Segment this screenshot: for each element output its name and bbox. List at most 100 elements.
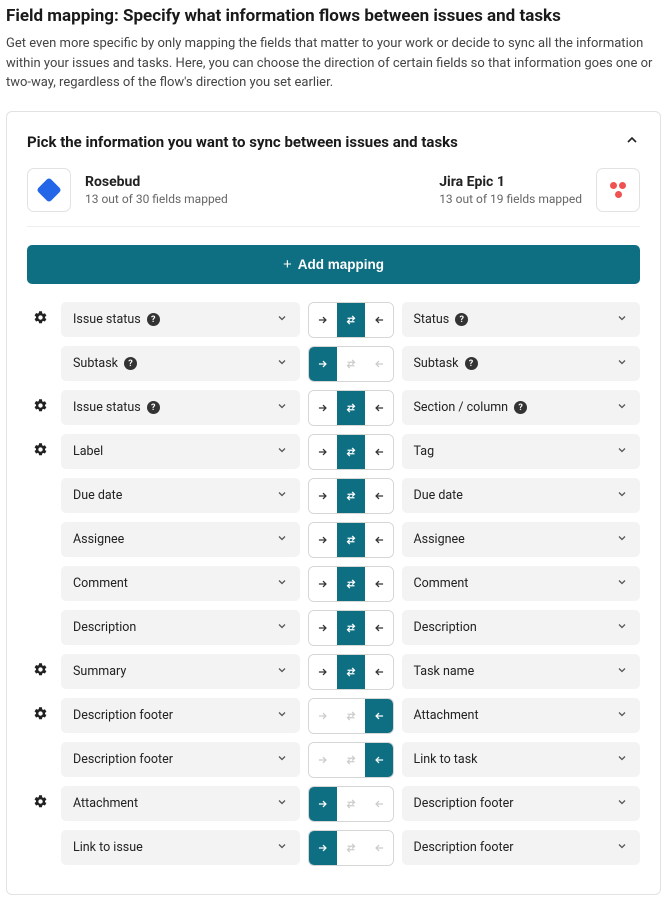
chevron-down-icon — [276, 708, 288, 723]
gear-icon[interactable] — [33, 794, 48, 813]
direction-left-button[interactable] — [365, 699, 393, 733]
gear-icon[interactable] — [33, 442, 48, 461]
left-field-label: Assignee — [73, 532, 124, 547]
direction-right-button[interactable] — [309, 435, 337, 469]
left-field-select[interactable]: Label — [61, 434, 300, 469]
left-field-select[interactable]: Subtask? — [61, 346, 300, 381]
gear-icon[interactable] — [33, 398, 48, 417]
asana-icon — [596, 168, 640, 212]
direction-right-button[interactable] — [309, 391, 337, 425]
direction-left-button[interactable] — [365, 743, 393, 777]
left-field-select[interactable]: Summary — [61, 654, 300, 689]
chevron-down-icon — [616, 620, 628, 635]
direction-both-button[interactable] — [337, 523, 365, 557]
direction-right-button[interactable] — [309, 347, 337, 381]
direction-right-button[interactable] — [309, 303, 337, 337]
right-field-select[interactable]: Comment — [402, 566, 641, 601]
left-field-select[interactable]: Assignee — [61, 522, 300, 557]
direction-left-button[interactable] — [365, 523, 393, 557]
right-field-select[interactable]: Task name — [402, 654, 641, 689]
direction-right-button[interactable] — [309, 743, 337, 777]
direction-left-button[interactable] — [365, 479, 393, 513]
help-icon[interactable]: ? — [124, 357, 137, 370]
add-mapping-button[interactable]: + Add mapping — [27, 245, 640, 284]
direction-right-button[interactable] — [309, 611, 337, 645]
left-field-label: Subtask — [73, 356, 118, 371]
direction-right-button[interactable] — [309, 479, 337, 513]
direction-left-button[interactable] — [365, 787, 393, 821]
chevron-down-icon — [616, 532, 628, 547]
direction-right-button[interactable] — [309, 655, 337, 689]
left-field-select[interactable]: Attachment — [61, 786, 300, 821]
direction-both-button[interactable] — [337, 567, 365, 601]
direction-both-button[interactable] — [337, 699, 365, 733]
right-field-select[interactable]: Subtask? — [402, 346, 641, 381]
direction-both-button[interactable] — [337, 787, 365, 821]
left-field-select[interactable]: Description footer — [61, 742, 300, 777]
direction-right-button[interactable] — [309, 523, 337, 557]
right-field-label: Description — [414, 620, 477, 635]
left-field-select[interactable]: Description — [61, 610, 300, 645]
direction-left-button[interactable] — [365, 347, 393, 381]
direction-both-button[interactable] — [337, 391, 365, 425]
right-field-select[interactable]: Due date — [402, 478, 641, 513]
direction-left-button[interactable] — [365, 435, 393, 469]
direction-left-button[interactable] — [365, 391, 393, 425]
left-field-select[interactable]: Link to issue — [61, 830, 300, 865]
help-icon[interactable]: ? — [147, 313, 160, 326]
left-field-select[interactable]: Issue status? — [61, 302, 300, 337]
mapping-row: Due date Due date — [27, 478, 640, 514]
right-field-select[interactable]: Link to task — [402, 742, 641, 777]
right-field-select[interactable]: Attachment — [402, 698, 641, 733]
gear-icon[interactable] — [33, 706, 48, 725]
right-field-select[interactable]: Description footer — [402, 830, 641, 865]
direction-both-button[interactable] — [337, 655, 365, 689]
left-field-label: Comment — [73, 576, 128, 591]
source-right-sub: 13 out of 19 fields mapped — [439, 192, 582, 206]
direction-right-button[interactable] — [309, 831, 337, 865]
direction-right-button[interactable] — [309, 787, 337, 821]
direction-left-button[interactable] — [365, 567, 393, 601]
chevron-down-icon — [616, 708, 628, 723]
right-field-select[interactable]: Assignee — [402, 522, 641, 557]
direction-toggle — [308, 434, 394, 470]
chevron-up-icon — [624, 132, 640, 152]
direction-both-button[interactable] — [337, 347, 365, 381]
right-field-select[interactable]: Description footer — [402, 786, 641, 821]
direction-left-button[interactable] — [365, 831, 393, 865]
right-field-select[interactable]: Description — [402, 610, 641, 645]
help-icon[interactable]: ? — [465, 357, 478, 370]
right-field-select[interactable]: Section / column? — [402, 390, 641, 425]
direction-both-button[interactable] — [337, 831, 365, 865]
gear-icon[interactable] — [33, 310, 48, 329]
help-icon[interactable]: ? — [514, 401, 527, 414]
direction-both-button[interactable] — [337, 303, 365, 337]
right-field-label: Comment — [414, 576, 469, 591]
direction-both-button[interactable] — [337, 479, 365, 513]
direction-left-button[interactable] — [365, 655, 393, 689]
right-field-select[interactable]: Status? — [402, 302, 641, 337]
left-field-select[interactable]: Comment — [61, 566, 300, 601]
direction-left-button[interactable] — [365, 303, 393, 337]
left-field-select[interactable]: Description footer — [61, 698, 300, 733]
right-field-label: Assignee — [414, 532, 465, 547]
gear-icon[interactable] — [33, 662, 48, 681]
plus-icon: + — [283, 256, 292, 273]
chevron-down-icon — [276, 444, 288, 459]
left-field-select[interactable]: Due date — [61, 478, 300, 513]
right-field-label: Attachment — [414, 708, 479, 723]
right-field-select[interactable]: Tag — [402, 434, 641, 469]
right-field-label: Section / column — [414, 400, 509, 415]
direction-right-button[interactable] — [309, 567, 337, 601]
help-icon[interactable]: ? — [455, 313, 468, 326]
direction-both-button[interactable] — [337, 435, 365, 469]
direction-both-button[interactable] — [337, 743, 365, 777]
card-header[interactable]: Pick the information you want to sync be… — [27, 132, 640, 152]
direction-left-button[interactable] — [365, 611, 393, 645]
direction-both-button[interactable] — [337, 611, 365, 645]
direction-right-button[interactable] — [309, 699, 337, 733]
chevron-down-icon — [616, 752, 628, 767]
left-field-label: Attachment — [73, 796, 138, 811]
help-icon[interactable]: ? — [147, 401, 160, 414]
left-field-select[interactable]: Issue status? — [61, 390, 300, 425]
